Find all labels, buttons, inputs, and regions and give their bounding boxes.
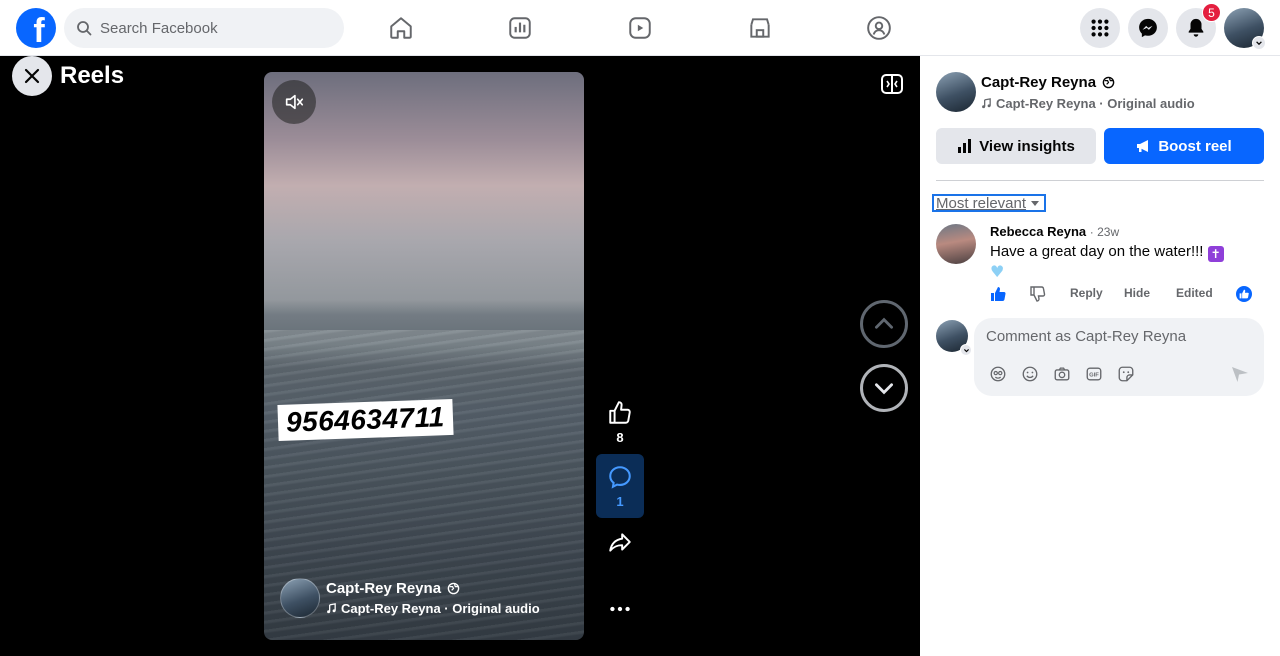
- comment-count: 1: [616, 493, 624, 509]
- nav-home[interactable]: [385, 12, 417, 44]
- mute-icon: [285, 94, 304, 110]
- page-title: Reels: [60, 62, 125, 89]
- nav-professional-dashboard[interactable]: [504, 12, 536, 44]
- chevron-down-icon: [960, 344, 972, 356]
- comment-actions: Reply Hide Edited: [990, 286, 1264, 302]
- sort-label: Most relevant: [936, 194, 1027, 212]
- comments-panel: Capt-Rey Reyna Capt-Rey Reyna · Original…: [920, 56, 1280, 656]
- panel-author-info: Capt-Rey Reyna Capt-Rey Reyna · Original…: [936, 72, 1195, 112]
- menu-button[interactable]: [1080, 8, 1120, 48]
- avatar[interactable]: [936, 72, 976, 112]
- close-icon: [24, 68, 40, 84]
- nav-marketplace[interactable]: [744, 12, 776, 44]
- next-reel-button[interactable]: [860, 364, 908, 412]
- nav-groups[interactable]: [863, 12, 895, 44]
- notification-badge: 5: [1202, 3, 1221, 22]
- toggle-panel-icon[interactable]: [880, 72, 904, 96]
- messenger-icon: [1139, 18, 1157, 38]
- marketplace-icon: [750, 18, 770, 38]
- search-icon: [77, 21, 92, 36]
- close-button[interactable]: [12, 56, 52, 96]
- comment-text: Have a great day on the water!!!: [990, 243, 1204, 260]
- previous-reel-button[interactable]: [860, 300, 908, 348]
- dislike-icon[interactable]: [1030, 286, 1046, 302]
- messenger-button[interactable]: [1128, 8, 1168, 48]
- avatar-sticker-icon[interactable]: [988, 364, 1008, 384]
- reel-video[interactable]: 9564634711 Capt-Rey Reyna Capt-Rey Reyna…: [264, 72, 584, 640]
- search-input[interactable]: [100, 19, 320, 37]
- author-name[interactable]: Capt-Rey Reyna: [326, 580, 441, 597]
- view-insights-button[interactable]: View insights: [936, 128, 1096, 164]
- camera-icon[interactable]: [1052, 364, 1072, 384]
- chevron-up-icon: [875, 317, 893, 329]
- like-count: 8: [616, 430, 624, 445]
- reel-stage: Reels 9564634711 Capt-Rey Reyna Capt-Rey…: [0, 56, 920, 656]
- search-box[interactable]: [64, 8, 344, 48]
- comment-body: Have a great day on the water!!! ✝ ♥: [990, 241, 1240, 283]
- sticker-icon[interactable]: [1116, 364, 1136, 384]
- like-button[interactable]: 8: [596, 400, 644, 445]
- insights-icon: [958, 139, 972, 153]
- nav-video[interactable]: [624, 12, 656, 44]
- heart-emoji-icon: ♥: [990, 262, 1005, 281]
- more-options-button[interactable]: [596, 596, 644, 622]
- author-name[interactable]: Capt-Rey Reyna: [981, 74, 1096, 91]
- globe-icon: [1102, 76, 1115, 88]
- commenter-name[interactable]: Rebecca Reyna: [990, 224, 1086, 239]
- comment-button[interactable]: 1: [596, 454, 644, 518]
- top-navigation-bar: f 5: [0, 0, 1280, 56]
- account-avatar[interactable]: [1224, 8, 1266, 50]
- like-reaction-icon[interactable]: [1236, 286, 1252, 302]
- video-overlay-text: 9564634711: [277, 398, 454, 442]
- video-author-info: Capt-Rey Reyna Capt-Rey Reyna · Original…: [280, 578, 540, 618]
- more-icon: [610, 606, 630, 612]
- svg-text:GIF: GIF: [1089, 373, 1099, 379]
- like-icon: [609, 401, 631, 424]
- edited-label[interactable]: Edited: [1176, 286, 1213, 300]
- composer-tools: GIF: [988, 364, 1136, 384]
- reply-button[interactable]: Reply: [1070, 286, 1103, 300]
- globe-icon: [447, 582, 460, 595]
- boost-reel-label: Boost reel: [1158, 137, 1232, 155]
- facebook-logo[interactable]: f: [16, 8, 56, 48]
- view-insights-label: View insights: [979, 137, 1075, 155]
- mute-button[interactable]: [272, 80, 316, 124]
- chevron-down-icon: [1252, 36, 1266, 50]
- share-button[interactable]: [596, 530, 644, 556]
- chart-icon: [509, 17, 531, 39]
- comment-sort-dropdown[interactable]: Most relevant: [932, 194, 1047, 212]
- groups-icon: [867, 16, 891, 40]
- video-skyline: [264, 300, 584, 330]
- caret-down-icon: [1031, 201, 1040, 206]
- comment-icon: [609, 465, 631, 489]
- divider: [936, 180, 1264, 181]
- audio-link[interactable]: Capt-Rey Reyna · Original audio: [996, 96, 1195, 111]
- cross-emoji-icon: ✝: [1207, 246, 1224, 262]
- send-icon[interactable]: [1230, 364, 1250, 384]
- chevron-down-icon: [875, 383, 893, 395]
- notifications-button[interactable]: 5: [1176, 3, 1221, 48]
- music-icon: [982, 97, 991, 108]
- megaphone-icon: [1137, 140, 1149, 152]
- like-icon[interactable]: [990, 286, 1006, 302]
- gif-icon[interactable]: GIF: [1084, 364, 1104, 384]
- hide-button[interactable]: Hide: [1124, 286, 1150, 300]
- music-icon: [327, 603, 336, 614]
- avatar[interactable]: [280, 578, 320, 618]
- comment-composer[interactable]: GIF: [974, 318, 1264, 396]
- home-icon: [390, 17, 412, 39]
- audio-link[interactable]: Capt-Rey Reyna · Original audio: [341, 601, 540, 616]
- boost-reel-button[interactable]: Boost reel: [1104, 128, 1264, 164]
- comment-time[interactable]: 23w: [1097, 225, 1119, 239]
- share-icon: [609, 533, 631, 552]
- comment-input[interactable]: [986, 328, 1246, 345]
- reels-icon: [629, 17, 651, 39]
- menu-grid-icon: [1091, 19, 1109, 37]
- emoji-icon[interactable]: [1020, 364, 1040, 384]
- bell-icon: [1188, 18, 1204, 37]
- commenter-avatar[interactable]: [936, 224, 976, 264]
- compose-avatar[interactable]: [936, 320, 972, 356]
